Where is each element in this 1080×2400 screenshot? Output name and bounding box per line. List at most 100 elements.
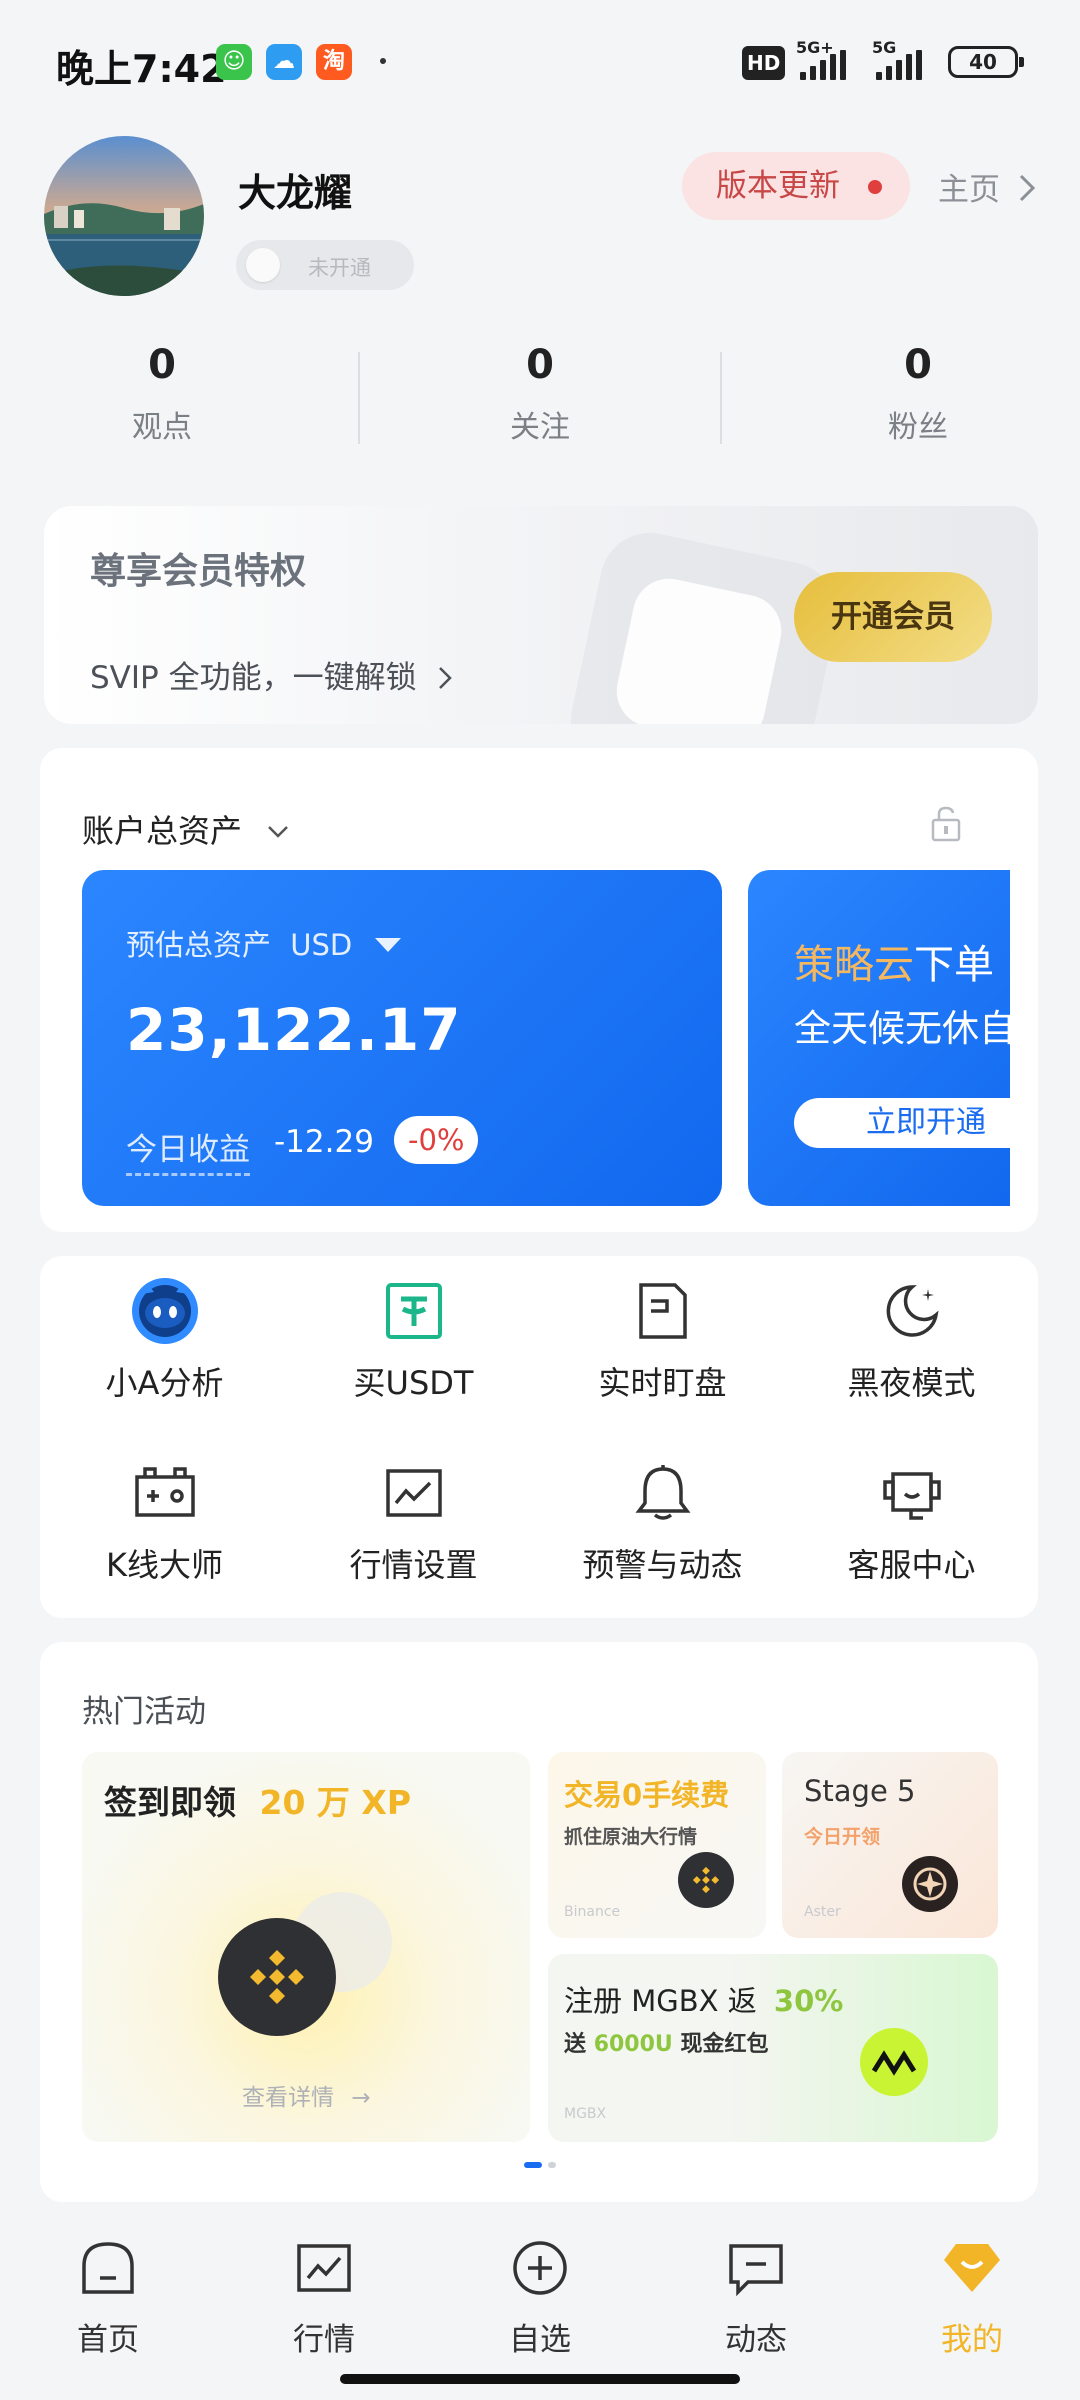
aster-brand: Aster <box>804 1904 841 1920</box>
today-pnl-label[interactable]: 今日收益 <box>126 1124 250 1176</box>
vip-status-label: 未开通 <box>308 256 371 280</box>
weather-app-icon: ☁ <box>266 44 302 80</box>
signin-xp-banner[interactable]: 签到即领 20 万 XP 查看详情 → <box>82 1752 530 2142</box>
tool-kline-master[interactable]: K线大师 <box>40 1458 289 1586</box>
zero-fee-subtitle: 抓住原油大行情 <box>564 1826 698 1848</box>
stat-value: 0 <box>904 342 932 388</box>
total-asset-card[interactable]: 预估总资产 USD 23,122.17 今日收益 -12.29 -0% <box>82 870 722 1206</box>
nav-label: 行情 <box>293 2322 355 2358</box>
version-update-label: 版本更新 <box>716 168 840 204</box>
today-pnl-percent: -0% <box>394 1116 479 1164</box>
tool-label: K线大师 <box>106 1546 223 1584</box>
tool-xiaoa-analysis[interactable]: 小A分析 <box>40 1276 289 1404</box>
tool-label: 客服中心 <box>847 1546 976 1584</box>
promo-title: 策略云下单 <box>794 932 994 990</box>
signin-title: 签到即领 20 万 XP <box>104 1776 411 1824</box>
stat-value: 0 <box>526 342 554 388</box>
vip-status-badge[interactable]: 未开通 <box>236 240 414 290</box>
member-card[interactable]: 尊享会员特权 SVIP 全功能，一键解锁 开通会员 <box>44 506 1038 724</box>
home-icon <box>82 2242 134 2294</box>
stat-followers[interactable]: 0 粉丝 <box>768 342 1068 446</box>
nav-label: 动态 <box>725 2322 787 2358</box>
strategy-cloud-card[interactable]: 策略云下单 全天候无休自 立即开通 <box>748 870 1010 1206</box>
promo-subtitle: 全天候无休自 <box>794 1007 1010 1050</box>
nav-label: 自选 <box>509 2322 571 2358</box>
hd-badge: HD <box>742 46 786 80</box>
currency-label: USD <box>290 928 353 962</box>
asset-title: 账户总资产 <box>82 812 243 850</box>
avatar[interactable] <box>44 136 204 296</box>
asset-label-row: 预估总资产 USD <box>126 922 403 964</box>
bell-icon <box>628 1458 698 1528</box>
nav-profile[interactable]: 我的 <box>864 2238 1080 2359</box>
mgbx-logo-icon <box>860 2028 928 2096</box>
stage5-title: Stage 5 <box>804 1774 916 1808</box>
chevron-right-icon <box>1019 174 1035 202</box>
divider <box>720 352 722 444</box>
mgbx-title-text: 注册 MGBX 返 <box>564 1984 757 2018</box>
tool-market-settings[interactable]: 行情设置 <box>289 1458 538 1586</box>
nav-watchlist[interactable]: 自选 <box>432 2238 648 2359</box>
tools-grid: 小A分析 买USDT 实时盯盘 黑夜模式 K线大师 行情设置 预警与动态 客服中… <box>40 1256 1038 1618</box>
lock-icon[interactable] <box>930 806 962 842</box>
profile-icon <box>944 2244 1000 2292</box>
binance-logo-icon <box>678 1852 734 1908</box>
homepage-label: 主页 <box>938 172 1000 208</box>
view-details-link[interactable]: 查看详情 → <box>242 2078 371 2112</box>
currency-selector[interactable]: USD <box>290 928 403 962</box>
open-membership-button[interactable]: 开通会员 <box>794 572 992 662</box>
gesture-home-bar[interactable] <box>340 2374 740 2384</box>
taobao-app-icon: 淘 <box>316 44 352 80</box>
stat-following[interactable]: 0 关注 <box>390 342 690 446</box>
tool-dark-mode[interactable]: 黑夜模式 <box>787 1276 1036 1404</box>
caret-down-icon <box>375 938 402 952</box>
mgbx-banner[interactable]: 注册 MGBX 返 30% 送 6000U 现金红包 MGBX <box>548 1954 998 2142</box>
chart-icon <box>379 1458 449 1528</box>
notification-dot <box>380 58 386 64</box>
service-icon <box>877 1458 947 1528</box>
nav-label: 我的 <box>941 2322 1003 2358</box>
tool-buy-usdt[interactable]: 买USDT <box>289 1276 538 1404</box>
hot-activities-title: 热门活动 <box>82 1694 206 1730</box>
binance-logo-icon <box>218 1918 336 2036</box>
tool-label: 实时盯盘 <box>598 1364 727 1402</box>
member-subtitle-link[interactable]: SVIP 全功能，一键解锁 <box>90 652 454 697</box>
chat-app-icon: ☺ <box>216 44 252 80</box>
binance-brand: Binance <box>564 1904 621 1920</box>
mgbx-sub-prefix: 送 <box>564 2032 587 2057</box>
tool-customer-service[interactable]: 客服中心 <box>787 1458 1036 1586</box>
robot-icon <box>130 1276 200 1346</box>
asset-section: 账户总资产 预估总资产 USD 23,122.17 今日收益 -12.29 -0… <box>40 748 1038 1232</box>
update-dot-icon <box>868 180 882 194</box>
version-update-button[interactable]: 版本更新 <box>682 152 910 220</box>
chevron-right-icon <box>439 667 453 689</box>
stat-views[interactable]: 0 观点 <box>12 342 312 446</box>
tool-alerts[interactable]: 预警与动态 <box>538 1458 787 1586</box>
signal-icon-2 <box>876 50 922 80</box>
signin-title-text: 签到即领 <box>104 1783 236 1822</box>
chevron-down-icon <box>268 826 289 838</box>
bottom-nav: 首页 行情 自选 动态 我的 <box>0 2220 1080 2400</box>
add-circle-icon <box>513 2241 567 2295</box>
zero-fee-banner[interactable]: 交易0手续费 抓住原油大行情 Binance <box>548 1752 766 1938</box>
tool-live-watch[interactable]: 实时盯盘 <box>538 1276 787 1404</box>
stage5-banner[interactable]: Stage 5 今日开领 Aster <box>782 1752 998 1938</box>
status-bar: 晚上7:42 ☺ ☁ 淘 HD 5G+ 5G 40 <box>0 0 1080 120</box>
hot-activities-section: 热门活动 签到即领 20 万 XP 查看详情 → 交易0手续费 抓住原油大行情 … <box>40 1642 1038 2202</box>
status-time: 晚上7:42 <box>56 47 227 91</box>
stat-label: 关注 <box>510 410 570 445</box>
signal-icon <box>800 50 846 80</box>
arrow-right-icon: → <box>351 2085 371 2111</box>
asset-title-dropdown[interactable]: 账户总资产 <box>82 806 290 852</box>
homepage-link[interactable]: 主页 <box>938 164 1038 209</box>
market-icon <box>297 2244 351 2292</box>
divider <box>358 352 360 444</box>
nav-feed[interactable]: 动态 <box>648 2238 864 2359</box>
asset-label: 预估总资产 <box>126 928 272 962</box>
nav-market[interactable]: 行情 <box>216 2238 432 2359</box>
stat-label: 粉丝 <box>888 410 948 445</box>
activate-now-button[interactable]: 立即开通 <box>794 1098 1010 1148</box>
nav-home[interactable]: 首页 <box>0 2238 216 2359</box>
nav-label: 首页 <box>77 2322 139 2358</box>
message-icon <box>729 2244 783 2297</box>
